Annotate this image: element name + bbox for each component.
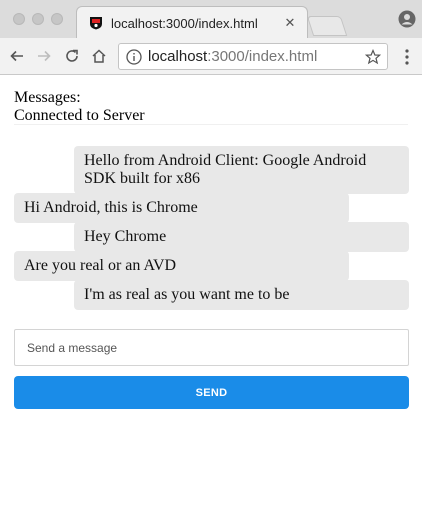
browser-menu-icon[interactable] (400, 47, 414, 67)
url-text: localhost:3000/index.html (148, 48, 365, 65)
address-bar[interactable]: localhost:3000/index.html (118, 43, 388, 70)
forward-button[interactable] (33, 45, 55, 67)
tab-title: localhost:3000/index.html (111, 15, 258, 31)
url-path: :3000/index.html (207, 48, 318, 65)
back-arrow-icon (10, 50, 23, 62)
close-window-button[interactable] (13, 13, 25, 25)
message-bubble-left: Are you real or an AVD (14, 251, 349, 281)
message-bubble-left: Hi Android, this is Chrome (14, 193, 349, 223)
maximize-window-button[interactable] (51, 13, 63, 25)
profile-icon[interactable] (398, 10, 416, 28)
home-button[interactable] (88, 45, 110, 67)
browser-toolbar: localhost:3000/index.html (0, 38, 422, 75)
bookmark-star-icon[interactable] (365, 48, 381, 65)
connection-status: Connected to Server (14, 107, 145, 124)
minimize-window-button[interactable] (32, 13, 44, 25)
favicon-icon (90, 17, 102, 30)
browser-tab[interactable]: localhost:3000/index.html ✕ (76, 6, 308, 39)
forward-arrow-icon (38, 50, 51, 62)
info-icon[interactable] (126, 48, 142, 65)
status-block: Messages: Connected to Server (14, 89, 145, 125)
page-content: Messages: Connected to Server Hello from… (0, 76, 422, 530)
reload-icon (66, 49, 78, 62)
message-bubble-right: I'm as real as you want me to be (74, 280, 409, 310)
message-bubble-right: Hello from Android Client: Google Androi… (74, 146, 409, 194)
browser-titlebar: localhost:3000/index.html ✕ (0, 0, 422, 39)
divider (14, 124, 408, 125)
message-bubble-right: Hey Chrome (74, 222, 409, 252)
home-icon (92, 49, 106, 63)
back-button[interactable] (6, 45, 28, 67)
message-input[interactable] (14, 329, 409, 366)
new-tab-button[interactable] (306, 16, 348, 36)
messages-label: Messages: (14, 89, 81, 106)
url-host: localhost (148, 48, 208, 65)
send-button[interactable]: SEND (14, 376, 409, 409)
tab-close-icon[interactable]: ✕ (283, 15, 297, 31)
reload-button[interactable] (61, 45, 83, 67)
